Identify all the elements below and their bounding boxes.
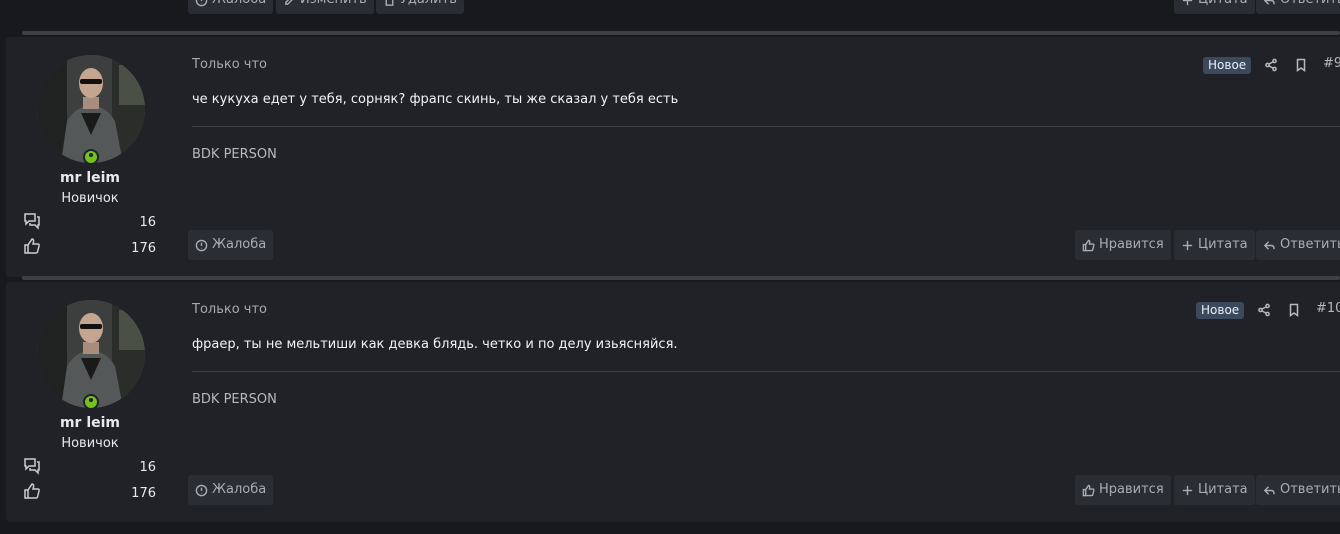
post-message: че кукуха едет у тебя, сорняк? фрапс ски… [192,92,679,107]
thumbs-up-icon [1082,484,1095,496]
post-separator [22,31,1340,35]
new-badge: Новое [1196,302,1245,319]
pencil-icon [285,0,293,5]
messages-icon [23,212,41,230]
reactions-count: 176 [131,486,156,501]
avatar-image [37,55,145,163]
username[interactable]: mr leim [6,170,174,186]
post-separator [22,276,1340,280]
signature-divider [192,371,1340,372]
thumbs-up-icon [1082,239,1095,251]
online-status-icon [83,394,99,410]
avatar-image [37,300,145,408]
signature: BDK PERSON [192,392,277,407]
new-badge: Новое [1203,57,1252,74]
plus-icon [1182,485,1193,495]
online-status-icon [83,149,99,165]
user-title: Новичок [61,436,119,451]
messages-icon [23,457,41,475]
alert-icon [195,239,208,251]
messages-count: 16 [139,215,156,230]
reactions-icon [23,482,41,500]
reply-icon [1263,0,1275,5]
reply-button[interactable]: Ответить [1256,230,1340,260]
post-number[interactable]: #9 [1323,56,1340,71]
quote-button[interactable]: Цитата [1174,475,1255,505]
signature-divider [192,126,1340,127]
alert-icon [195,0,208,6]
post-time[interactable]: Только что [192,57,267,72]
quote-button[interactable]: Цитата [1174,0,1255,14]
reactions-icon [23,237,41,255]
post-message: фраер, ты не мельтиши как девка блядь. ч… [192,337,678,352]
username[interactable]: mr leim [6,415,174,431]
signature: BDK PERSON [192,147,277,162]
quote-button[interactable]: Цитата [1174,230,1255,260]
report-button[interactable]: Жалоба [188,230,274,260]
previous-post-actions: Жалоба Изменить Удалить Цитата Ответить [0,0,1340,30]
bookmark-icon[interactable] [1287,302,1301,317]
report-button[interactable]: Жалоба [188,0,274,14]
report-button[interactable]: Жалоба [188,475,274,505]
messages-count: 16 [139,460,156,475]
edit-button[interactable]: Изменить [276,0,374,14]
bookmark-icon[interactable] [1294,57,1308,72]
share-icon[interactable] [1264,57,1278,72]
post-10: mr leim Новичок 16 176 Только что Новое … [6,282,1340,522]
reply-button[interactable]: Ответить [1256,0,1340,14]
like-button[interactable]: Нравится [1075,230,1171,260]
alert-icon [195,484,208,496]
reply-button[interactable]: Ответить [1256,475,1340,505]
user-title: Новичок [61,191,119,206]
reply-icon [1263,240,1275,250]
post-9: mr leim Новичок 16 176 Только что Новое … [6,37,1340,277]
reactions-count: 176 [131,241,156,256]
avatar[interactable] [37,300,145,408]
plus-icon [1182,240,1193,250]
post-time[interactable]: Только что [192,302,267,317]
reply-icon [1263,485,1275,495]
delete-button[interactable]: Удалить [376,0,464,14]
trash-icon [385,0,394,6]
avatar[interactable] [37,55,145,163]
share-icon[interactable] [1257,302,1271,317]
like-button[interactable]: Нравится [1075,475,1171,505]
plus-icon [1182,0,1193,5]
post-number[interactable]: #10 [1316,301,1340,316]
